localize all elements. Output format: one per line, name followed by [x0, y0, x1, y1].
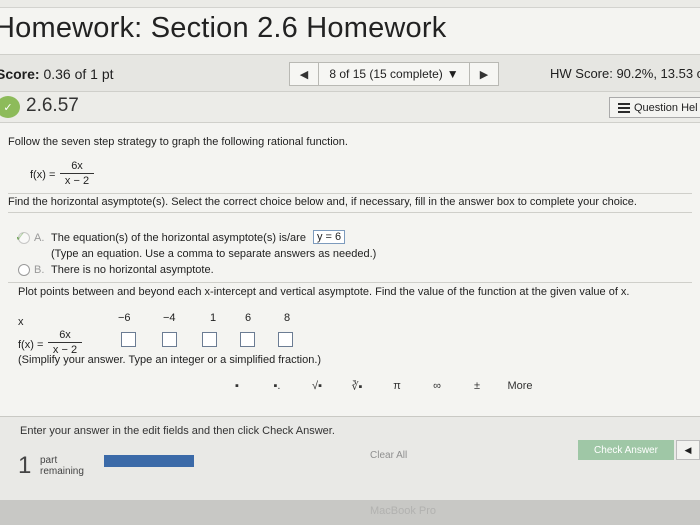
fraction-tool-icon[interactable]: ▪ [220, 375, 254, 397]
question-help-button[interactable]: Question Hel [609, 97, 700, 118]
answer-box-x-1[interactable] [202, 332, 217, 347]
clear-all-button[interactable]: Clear All [370, 450, 407, 461]
numerator: 6x [71, 160, 83, 172]
option-a-note: (Type an equation. Use a comma to separa… [51, 248, 377, 260]
nth-root-tool-icon[interactable]: ∛▪ [340, 375, 374, 397]
x-value: −6 [118, 312, 131, 324]
plus-minus-tool-icon[interactable]: ± [460, 375, 494, 397]
top-edge [0, 0, 700, 8]
denominator: x − 2 [64, 175, 90, 187]
footer-message: Enter your answer in the edit fields and… [20, 425, 335, 437]
check-answer-button[interactable]: Check Answer [578, 440, 674, 460]
function-fraction: 6x x − 2 [48, 329, 82, 356]
arrow-left-icon: ◀ [299, 68, 309, 81]
answer-box-x-neg4[interactable] [162, 332, 177, 347]
laptop-bezel: MacBook Pro [0, 500, 700, 525]
more-tools-button[interactable]: More [500, 375, 540, 397]
pi-tool-icon[interactable]: π [380, 375, 414, 397]
answer-box-x-8[interactable] [278, 332, 293, 347]
fraction-bar [60, 173, 94, 174]
remaining-label: remaining [40, 466, 84, 477]
option-b-letter: B. [34, 264, 45, 276]
hw-score: HW Score: 90.2%, 13.53 o [550, 66, 700, 81]
question-selector[interactable]: 8 of 15 (15 complete) ▼ [319, 62, 469, 86]
math-toolbar: ▪ ▪. √▪ ∛▪ π ∞ ± More [220, 375, 540, 401]
question-navigator: ◀ 8 of 15 (15 complete) ▼ ▶ [289, 62, 499, 86]
question-bar: ✓ 2.6.57 Question Hel [0, 92, 700, 123]
numerator: 6x [59, 329, 71, 341]
answer-box-x-neg6[interactable] [121, 332, 136, 347]
parts-remaining-label: part remaining [40, 455, 84, 477]
infinity-tool-icon[interactable]: ∞ [420, 375, 454, 397]
parts-remaining-count: 1 [18, 452, 32, 479]
question-selector-label: 8 of 15 (15 complete) [329, 67, 443, 81]
question-id: 2.6.57 [26, 95, 79, 116]
square-root-tool-icon[interactable]: √▪ [300, 375, 334, 397]
score-bar: Score: 0.36 of 1 pt ◀ 8 of 15 (15 comple… [0, 54, 700, 92]
score: Score: 0.36 of 1 pt [0, 66, 114, 82]
homework-page: Homework: Section 2.6 Homework Score: 0.… [0, 0, 700, 500]
laptop-brand: MacBook Pro [370, 505, 437, 517]
instruction-text: Follow the seven step strategy to graph … [8, 136, 348, 148]
mixed-number-tool-icon[interactable]: ▪. [260, 375, 294, 397]
function-fraction: 6x x − 2 [60, 160, 94, 187]
previous-question-button[interactable]: ◀ [289, 62, 319, 86]
option-a-letter: A. [34, 232, 45, 244]
function-label: f(x) = [18, 339, 44, 351]
fraction-bar [48, 342, 82, 343]
arrow-right-icon: ▶ [479, 68, 489, 81]
progress-bar [104, 455, 194, 467]
page-title: Homework: Section 2.6 Homework [0, 12, 447, 44]
answer-box-x-6[interactable] [240, 332, 255, 347]
part-label: part [40, 455, 58, 466]
function-label: f(x) = [30, 169, 56, 181]
back-arrow-icon[interactable]: ◀ [676, 440, 700, 460]
divider [8, 193, 692, 194]
question-help-label: Question Hel [634, 101, 698, 114]
x-label: x [18, 316, 24, 328]
divider [8, 282, 692, 283]
option-a-radio[interactable] [18, 232, 30, 244]
x-value: −4 [163, 312, 176, 324]
asymptote-prompt: Find the horizontal asymptote(s). Select… [8, 196, 637, 208]
divider [8, 212, 692, 213]
footer-bar: Enter your answer in the edit fields and… [0, 416, 700, 500]
score-label: Score: [0, 66, 40, 82]
partial-credit-icon: ✓ [0, 96, 20, 118]
option-a-answer: y = 6 [313, 230, 346, 244]
next-question-button[interactable]: ▶ [469, 62, 499, 86]
plot-points-prompt: Plot points between and beyond each x-in… [18, 286, 630, 298]
option-b-text: There is no horizontal asymptote. [51, 264, 214, 276]
list-icon [618, 102, 630, 113]
option-a-text: The equation(s) of the horizontal asympt… [51, 232, 306, 244]
simplify-note: (Simplify your answer. Type an integer o… [18, 354, 322, 366]
option-a-answer-field[interactable]: y = 6 [313, 230, 346, 244]
score-value: 0.36 of 1 pt [43, 66, 114, 82]
x-value: 6 [245, 312, 252, 324]
x-value: 8 [284, 312, 291, 324]
dropdown-arrow-icon: ▼ [446, 67, 459, 81]
x-value: 1 [210, 312, 217, 324]
option-b-radio[interactable] [18, 264, 30, 276]
